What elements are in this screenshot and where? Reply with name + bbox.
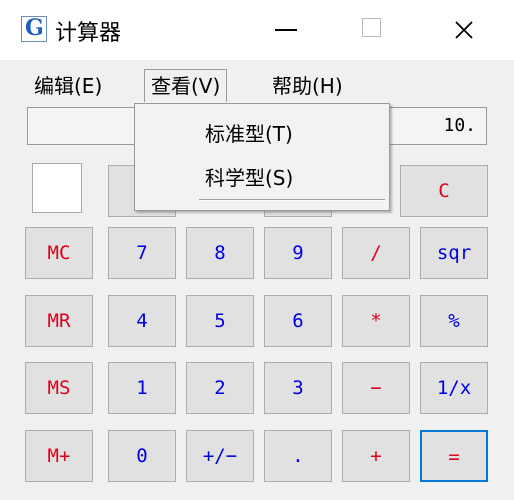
digit-3-button[interactable]: 3 <box>264 362 332 414</box>
equals-button[interactable]: = <box>420 430 488 482</box>
digit-0-button[interactable]: 0 <box>108 430 176 482</box>
view-dropdown-menu: 标准型(T) 科学型(S) <box>134 103 390 211</box>
digit-4-button[interactable]: 4 <box>108 295 176 347</box>
digit-2-button[interactable]: 2 <box>186 362 254 414</box>
memory-indicator <box>32 163 82 213</box>
menu-item-scientific[interactable]: 科学型(S) <box>205 162 293 191</box>
app-icon: G <box>21 15 47 42</box>
digit-8-button[interactable]: 8 <box>186 227 254 279</box>
decimal-button[interactable]: . <box>264 430 332 482</box>
negate-button[interactable]: +/− <box>186 430 254 482</box>
digit-7-button[interactable]: 7 <box>108 227 176 279</box>
display-value: 10. <box>443 115 476 136</box>
close-icon <box>455 21 473 39</box>
subtract-button[interactable]: − <box>342 362 410 414</box>
window-title: 计算器 <box>55 21 122 46</box>
digit-5-button[interactable]: 5 <box>186 295 254 347</box>
sqrt-button[interactable]: sqr <box>420 227 488 279</box>
percent-button[interactable]: % <box>420 295 488 347</box>
menu-edit[interactable]: 编辑(E) <box>28 70 108 102</box>
menu-view[interactable]: 查看(V) <box>144 69 228 102</box>
clear-button[interactable]: C <box>400 165 488 217</box>
minimize-icon <box>275 29 297 31</box>
maximize-button[interactable] <box>349 10 395 50</box>
close-button[interactable] <box>442 10 488 50</box>
minimize-button[interactable] <box>262 10 308 50</box>
mc-button[interactable]: MC <box>25 227 93 279</box>
ms-button[interactable]: MS <box>25 362 93 414</box>
digit-6-button[interactable]: 6 <box>264 295 332 347</box>
multiply-button[interactable]: * <box>342 295 410 347</box>
menu-item-standard[interactable]: 标准型(T) <box>205 118 293 147</box>
mr-button[interactable]: MR <box>25 295 93 347</box>
title-bar: G 计算器 <box>0 0 514 60</box>
divide-button[interactable]: / <box>342 227 410 279</box>
menu-help[interactable]: 帮助(H) <box>266 70 349 102</box>
maximize-icon <box>362 18 381 37</box>
m-plus-button[interactable]: M+ <box>25 430 93 482</box>
add-button[interactable]: + <box>342 430 410 482</box>
digit-9-button[interactable]: 9 <box>264 227 332 279</box>
digit-1-button[interactable]: 1 <box>108 362 176 414</box>
menu-bar: 编辑(E) 查看(V) 帮助(H) <box>0 64 514 102</box>
reciprocal-button[interactable]: 1/x <box>420 362 488 414</box>
